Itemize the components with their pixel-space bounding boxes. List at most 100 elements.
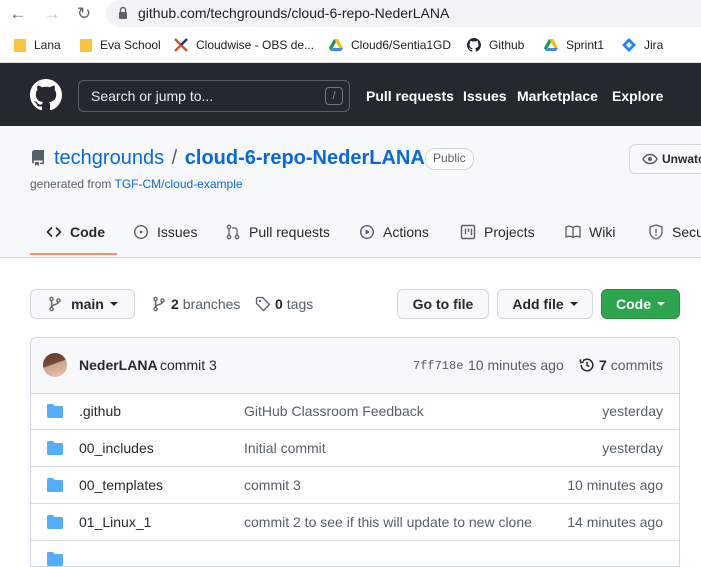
file-name[interactable]: 00_templates — [79, 477, 163, 493]
url-text: github.com/techgrounds/cloud-6-repo-Nede… — [138, 5, 450, 21]
unwatch-button[interactable]: Unwatc — [629, 144, 701, 174]
chevron-down-icon — [109, 302, 118, 306]
file-age: yesterday — [602, 440, 663, 456]
code-button-label: Code — [616, 296, 651, 312]
tab-wiki[interactable]: Wiki — [565, 222, 615, 242]
reload-icon[interactable]: ↻ — [74, 4, 94, 24]
tab-projects[interactable]: Projects — [460, 222, 535, 242]
bookmark-label: Cloudwise - OBS de... — [196, 38, 315, 52]
repo-separator: / — [171, 147, 178, 169]
nav-issues[interactable]: Issues — [463, 88, 507, 104]
tab-issues[interactable]: Issues — [133, 222, 197, 242]
file-name[interactable]: 01_Linux_1 — [79, 514, 151, 530]
bookmark-lana[interactable]: Lana — [14, 37, 61, 53]
file-age: 10 minutes ago — [567, 477, 663, 493]
tab-label: Code — [70, 224, 105, 240]
address-bar[interactable]: github.com/techgrounds/cloud-6-repo-Nede… — [106, 0, 701, 27]
branches-link[interactable]: 2 branches — [151, 296, 240, 312]
issue-opened-icon — [133, 224, 149, 240]
bookmark-github[interactable]: Github — [467, 37, 524, 53]
eye-icon — [642, 153, 658, 165]
browser-address-row: ← → ↻ github.com/techgrounds/cloud-6-rep… — [0, 0, 701, 28]
back-arrow-icon[interactable]: ← — [8, 4, 28, 24]
tab-security[interactable]: Secu — [648, 222, 701, 242]
bookmark-jira[interactable]: Jira — [622, 37, 663, 53]
branch-name: main — [71, 296, 104, 312]
branches-label: branches — [182, 296, 241, 312]
file-row[interactable]: .github GitHub Classroom Feedback yester… — [31, 393, 679, 430]
go-to-file-label: Go to file — [412, 296, 474, 312]
tab-code[interactable]: Code — [46, 222, 105, 242]
code-icon — [46, 227, 62, 237]
template-repo-link[interactable]: TGF-CM/cloud-example — [115, 177, 243, 191]
commit-sha[interactable]: 7ff718e — [413, 359, 463, 373]
add-file-label: Add file — [512, 296, 564, 312]
file-commit-message[interactable]: GitHub Classroom Feedback — [244, 403, 424, 419]
google-drive-icon — [544, 39, 558, 51]
table-icon — [460, 224, 476, 240]
tag-icon — [255, 296, 271, 312]
google-drive-icon — [329, 39, 343, 51]
commit-message[interactable]: commit 3 — [160, 357, 217, 373]
jira-icon — [622, 38, 636, 52]
chevron-down-icon — [657, 302, 665, 306]
forward-arrow-icon[interactable]: → — [42, 4, 62, 24]
commit-time: 10 minutes ago — [468, 357, 564, 373]
selected-tab-indicator — [30, 253, 117, 255]
tab-pull-requests[interactable]: Pull requests — [225, 222, 330, 242]
commits-history-link[interactable]: 7 commits — [579, 357, 663, 373]
file-row[interactable]: 00_templates commit 3 10 minutes ago — [31, 467, 679, 504]
git-branch-icon — [49, 296, 61, 312]
tab-label: Pull requests — [249, 224, 330, 240]
repo-owner-link[interactable]: techgrounds — [54, 147, 164, 169]
bookmark-label: Lana — [34, 38, 61, 52]
file-name[interactable]: 00_includes — [79, 440, 154, 456]
bookmarks-bar: Lana Eva School Cloudwise - OBS de... Cl… — [0, 28, 701, 63]
tab-label: Wiki — [589, 224, 616, 240]
file-row[interactable]: 01_Linux_1 commit 2 to see if this will … — [31, 504, 679, 541]
file-commit-message[interactable]: commit 2 to see if this will update to n… — [244, 514, 532, 530]
folder-icon — [14, 38, 26, 52]
git-branch-icon — [153, 296, 165, 312]
repo-header: techgrounds / cloud-6-repo-NederLANA Pub… — [0, 126, 701, 258]
folder-icon — [47, 478, 63, 492]
latest-commit-bar: NederLANA commit 3 7ff718e 10 minutes ag… — [31, 338, 679, 394]
file-age: yesterday — [602, 403, 663, 419]
chevron-down-icon — [569, 302, 578, 306]
bookmark-cloud6[interactable]: Cloud6/Sentia1GD — [329, 37, 451, 53]
shield-icon — [649, 224, 663, 240]
bookmark-label: Github — [489, 38, 525, 52]
file-row-partial[interactable] — [31, 541, 679, 566]
go-to-file-button[interactable]: Go to file — [397, 289, 489, 319]
visibility-badge: Public — [425, 148, 474, 170]
commit-author[interactable]: NederLANA — [79, 357, 158, 373]
repo-icon — [31, 150, 44, 166]
bookmark-sprint1[interactable]: Sprint1 — [544, 37, 604, 53]
folder-icon — [47, 404, 63, 418]
nav-pull-requests[interactable]: Pull requests — [366, 88, 454, 104]
bookmark-cloudwise[interactable]: Cloudwise - OBS de... — [174, 37, 314, 53]
tags-link[interactable]: 0 tags — [255, 296, 313, 312]
tags-label: tags — [286, 296, 314, 312]
generated-prefix: generated from — [30, 177, 112, 191]
file-row[interactable]: 00_includes Initial commit yesterday — [31, 430, 679, 467]
tab-actions[interactable]: Actions — [359, 222, 429, 242]
file-commit-message[interactable]: commit 3 — [244, 477, 301, 493]
file-commit-message[interactable]: Initial commit — [244, 440, 326, 456]
branch-select-button[interactable]: main — [30, 289, 135, 319]
add-file-button[interactable]: Add file — [497, 289, 593, 319]
search-input[interactable]: Search or jump to... / — [78, 80, 350, 112]
bookmark-label: Jira — [644, 38, 664, 52]
repo-name-link[interactable]: cloud-6-repo-NederLANA — [185, 147, 425, 169]
code-button[interactable]: Code — [601, 289, 680, 319]
github-icon — [467, 38, 481, 52]
git-pull-request-icon — [226, 224, 240, 240]
file-name[interactable]: .github — [79, 403, 121, 419]
avatar[interactable] — [43, 353, 67, 377]
nav-marketplace[interactable]: Marketplace — [517, 88, 598, 104]
folder-icon — [47, 515, 63, 529]
bookmark-eva-school[interactable]: Eva School — [80, 37, 161, 53]
tab-label: Projects — [484, 224, 535, 240]
nav-explore[interactable]: Explore — [612, 88, 663, 104]
github-logo-icon[interactable] — [30, 79, 62, 111]
